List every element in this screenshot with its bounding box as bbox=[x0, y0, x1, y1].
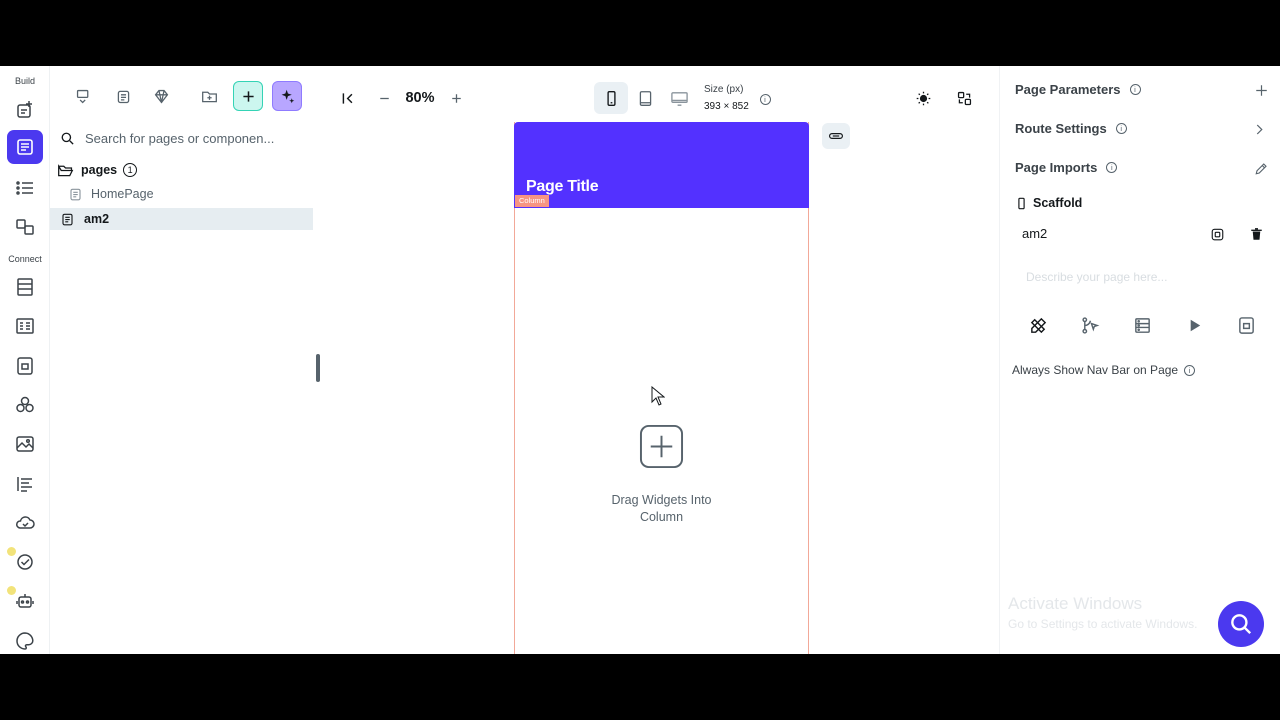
pages-folder[interactable]: pages 1 bbox=[57, 159, 320, 181]
edit-imports-icon[interactable] bbox=[1251, 158, 1271, 178]
theme-icon[interactable] bbox=[10, 626, 40, 654]
add-icon[interactable] bbox=[233, 81, 263, 111]
phone-icon bbox=[1018, 197, 1025, 209]
nav-bar-toggle-row[interactable]: Always Show Nav Bar on Page i bbox=[1012, 363, 1196, 377]
light-mode-icon[interactable] bbox=[911, 86, 935, 110]
design-tools-icon[interactable] bbox=[1027, 314, 1049, 336]
app-values-icon[interactable] bbox=[10, 469, 40, 499]
cloud-functions-icon[interactable] bbox=[10, 508, 40, 538]
new-folder-icon[interactable] bbox=[194, 81, 224, 111]
ai-sparkle-icon[interactable] bbox=[272, 81, 302, 111]
desktop-icon bbox=[670, 91, 688, 106]
canvas-menu-chip[interactable] bbox=[822, 123, 850, 149]
delete-icon[interactable] bbox=[1246, 224, 1266, 244]
info-icon: i bbox=[1184, 364, 1196, 376]
page-title-text[interactable]: Page Title bbox=[526, 178, 599, 196]
page-parameters-label: Page Parameters bbox=[1015, 82, 1121, 97]
page-description-field[interactable] bbox=[1026, 270, 1246, 284]
mouse-cursor-icon bbox=[651, 386, 665, 406]
info-icon[interactable]: i bbox=[758, 92, 772, 106]
folder-count-badge: 1 bbox=[123, 163, 138, 177]
toggle-icon bbox=[829, 133, 843, 139]
tree-item-label: am2 bbox=[84, 212, 110, 226]
tablet-device-button[interactable] bbox=[628, 82, 662, 114]
build-section-label: Build bbox=[14, 76, 35, 86]
tree-item-homepage[interactable]: HomePage bbox=[50, 183, 313, 205]
app-state-icon[interactable] bbox=[10, 351, 40, 381]
phone-icon bbox=[606, 90, 616, 106]
custom-code-icon[interactable] bbox=[10, 390, 40, 420]
page-icon bbox=[70, 188, 81, 200]
widget-tree-icon[interactable] bbox=[7, 130, 43, 164]
add-widget-icon[interactable] bbox=[639, 424, 684, 469]
size-value[interactable]: 393 × 852 bbox=[704, 101, 749, 112]
test-icon[interactable] bbox=[10, 547, 40, 577]
search-icon bbox=[1231, 614, 1252, 635]
size-label: Size (px) bbox=[704, 84, 744, 95]
tree-search bbox=[60, 126, 320, 150]
page-imports-label: Page Imports bbox=[1015, 160, 1098, 175]
chevron-right-icon[interactable] bbox=[1249, 119, 1269, 139]
media-assets-icon[interactable] bbox=[10, 429, 40, 459]
zoom-in-icon[interactable] bbox=[445, 86, 467, 110]
folder-label: pages bbox=[81, 163, 118, 177]
folder-open-icon bbox=[58, 163, 74, 176]
tablet-icon bbox=[639, 90, 651, 106]
connect-section-label: Connect bbox=[8, 254, 42, 264]
backend-query-icon[interactable] bbox=[1131, 314, 1153, 336]
info-icon: i bbox=[1129, 84, 1141, 95]
layers-icon[interactable] bbox=[108, 81, 138, 111]
flutterflow-editor: Build Connect Search for pages or compon… bbox=[0, 66, 1280, 654]
search-icon bbox=[61, 132, 74, 145]
scaffold-label: Scaffold bbox=[1033, 196, 1083, 210]
phone-device-button[interactable] bbox=[594, 82, 628, 114]
page-name-field[interactable] bbox=[1022, 226, 1202, 241]
route-settings-label: Route Settings bbox=[1015, 121, 1107, 136]
api-calls-icon[interactable] bbox=[10, 311, 40, 341]
search-input[interactable] bbox=[85, 130, 295, 146]
properties-panel: Page Parameters i Route Settings i Page … bbox=[999, 66, 1280, 654]
tree-item-label: HomePage bbox=[91, 187, 154, 201]
storyboard-icon[interactable] bbox=[10, 173, 40, 203]
zoom-out-icon[interactable] bbox=[373, 86, 395, 110]
agents-icon[interactable] bbox=[10, 586, 40, 616]
components-icon[interactable] bbox=[10, 212, 40, 242]
gem-icon[interactable] bbox=[146, 81, 176, 111]
page-imports-header[interactable]: Page Imports i bbox=[1015, 160, 1118, 175]
add-parameter-icon[interactable] bbox=[1251, 80, 1271, 100]
firestore-icon[interactable] bbox=[10, 272, 40, 302]
drop-hint: Drag Widgets Into Column bbox=[611, 493, 712, 524]
nav-bar-toggle-label: Always Show Nav Bar on Page bbox=[1012, 363, 1179, 377]
panel-resize-handle[interactable] bbox=[316, 354, 320, 382]
route-settings-header[interactable]: Route Settings i bbox=[1015, 121, 1127, 136]
responsive-preview-icon[interactable] bbox=[952, 86, 976, 110]
widget-tree-panel: pages 1 HomePage am2 bbox=[50, 66, 325, 654]
search-help-button[interactable] bbox=[1218, 601, 1264, 647]
state-icon[interactable] bbox=[1235, 314, 1257, 336]
info-icon: i bbox=[1106, 162, 1118, 173]
page-icon bbox=[62, 213, 73, 225]
activate-windows-title: Activate Windows bbox=[1008, 594, 1143, 613]
action-flow-icon[interactable] bbox=[1079, 314, 1101, 336]
column-tag: Column bbox=[515, 195, 549, 207]
desktop-device-button[interactable] bbox=[662, 82, 696, 114]
page-parameters-header[interactable]: Page Parameters i bbox=[1015, 82, 1141, 97]
scaffold-header: Scaffold bbox=[1015, 196, 1082, 210]
collapse-panel-icon[interactable] bbox=[335, 84, 361, 112]
widget-palette-icon[interactable] bbox=[68, 81, 98, 111]
zoom-level[interactable]: 80% bbox=[400, 88, 440, 108]
left-nav-rail: Build Connect bbox=[0, 66, 50, 654]
activate-windows-subtitle: Go to Settings to activate Windows. bbox=[1008, 617, 1198, 631]
copy-icon[interactable] bbox=[1207, 224, 1227, 244]
play-icon[interactable] bbox=[1183, 314, 1205, 336]
tree-item-am2[interactable]: am2 bbox=[50, 208, 313, 230]
add-page-icon[interactable] bbox=[10, 95, 40, 125]
info-icon: i bbox=[1115, 123, 1127, 134]
